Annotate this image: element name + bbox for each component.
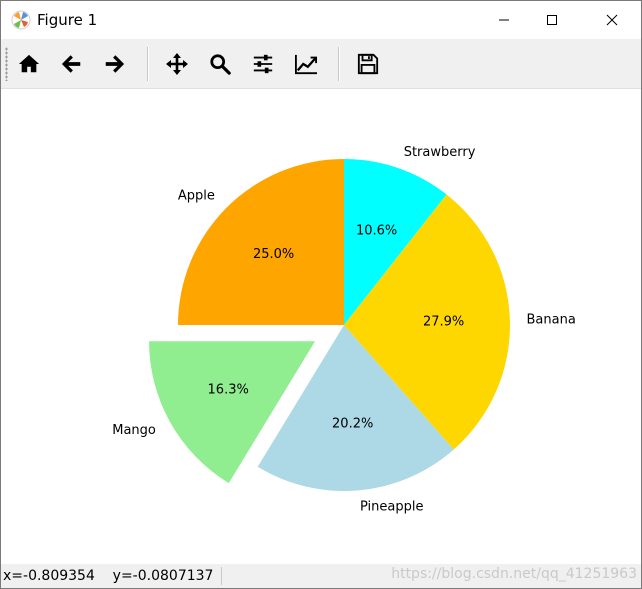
pie-pct-label: 20.2% [332, 417, 373, 432]
close-icon [606, 14, 618, 26]
line-chart-icon [295, 54, 317, 75]
toolbar-grip[interactable] [5, 47, 8, 81]
pie-category-label: Banana [527, 312, 576, 327]
back-button[interactable] [55, 47, 89, 81]
pie-pct-label: 16.3% [208, 383, 249, 398]
minimize-button[interactable] [481, 1, 527, 39]
status-bar: x=-0.809354 y=-0.0807137 https://blog.cs… [1, 564, 641, 588]
arrow-right-icon [105, 55, 125, 73]
maximize-button[interactable] [529, 1, 575, 39]
edit-axis-button[interactable] [289, 47, 323, 81]
arrow-left-icon [61, 55, 81, 73]
pie-pct-label: 25.0% [253, 247, 294, 262]
minimize-icon [499, 19, 509, 21]
home-icon [18, 54, 40, 73]
pie-pct-label: 27.9% [423, 315, 464, 330]
forward-button[interactable] [97, 47, 131, 81]
pie-category-label: Strawberry [404, 145, 476, 160]
pan-button[interactable] [160, 47, 194, 81]
pie-chart: 10.6% Strawberry 27.9% Banana 20.2% Pineapple… [112, 145, 576, 515]
maximize-icon [547, 15, 557, 25]
zoom-button[interactable] [203, 47, 237, 81]
sliders-icon [253, 54, 273, 74]
pie-slice-apple [178, 159, 344, 325]
pie-pct-label: 10.6% [356, 223, 397, 238]
pie-category-label: Pineapple [360, 499, 423, 514]
watermark: https://blog.csdn.net/qq_41251963 [391, 566, 637, 582]
cursor-coordinates: x=-0.809354 y=-0.0807137 [3, 568, 214, 584]
close-button[interactable] [589, 1, 635, 39]
save-button[interactable] [351, 47, 385, 81]
status-divider [221, 567, 222, 585]
matplotlib-icon [11, 10, 31, 30]
move-icon [166, 53, 188, 75]
pie-category-label: Mango [112, 423, 156, 438]
floppy-disk-icon [357, 53, 379, 75]
title-bar[interactable]: Figure 1 [1, 1, 641, 39]
search-icon [210, 54, 231, 75]
figure-window: Figure 1 10.6% Strawberry 27.9% Banana 2… [0, 0, 642, 589]
navigation-toolbar [1, 39, 641, 89]
window-title: Figure 1 [37, 11, 98, 29]
toolbar-separator [147, 47, 149, 81]
figure-canvas[interactable]: 10.6% Strawberry 27.9% Banana 20.2% Pineapple… [1, 89, 641, 564]
subplots-button[interactable] [246, 47, 280, 81]
home-button[interactable] [12, 47, 46, 81]
toolbar-separator [338, 47, 340, 81]
pie-category-label: Apple [178, 188, 215, 203]
